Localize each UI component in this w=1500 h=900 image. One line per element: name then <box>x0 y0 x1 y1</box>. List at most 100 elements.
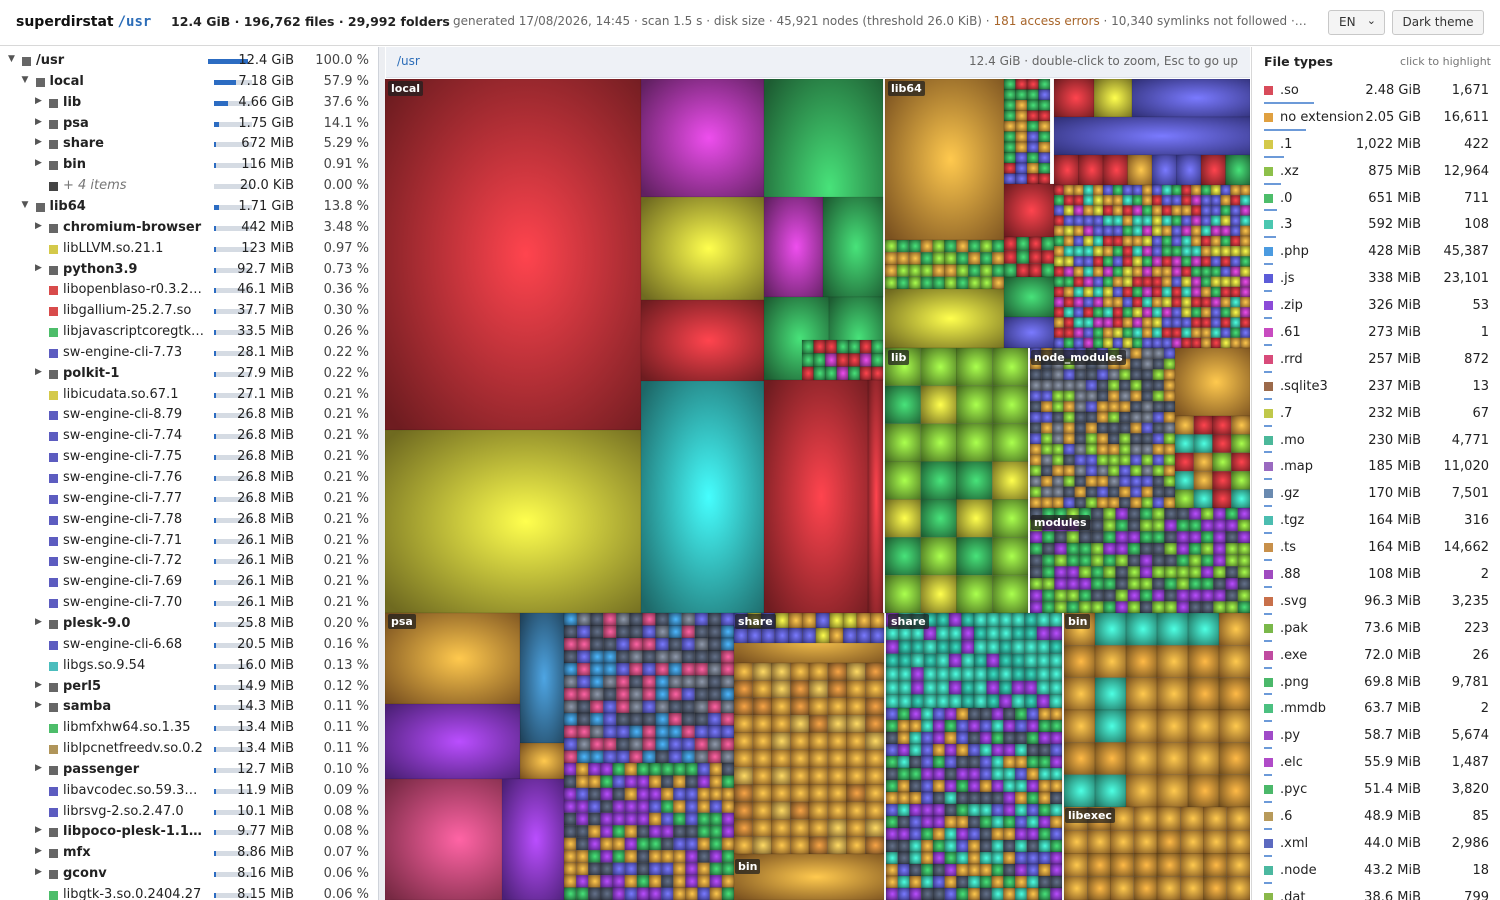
treemap-cell[interactable] <box>1171 225 1182 237</box>
treemap-cell[interactable] <box>1152 347 1165 359</box>
treemap-cell[interactable] <box>1003 851 1016 865</box>
treemap-cell[interactable] <box>1074 401 1087 413</box>
treemap-cell[interactable] <box>991 767 1004 781</box>
treemap-cell[interactable] <box>1014 731 1028 745</box>
treemap-cell[interactable] <box>685 862 698 876</box>
expand-icon[interactable]: ▶ <box>35 96 42 106</box>
treemap-cell[interactable] <box>1141 454 1153 466</box>
treemap-cell[interactable] <box>1003 183 1055 238</box>
treemap-cell[interactable] <box>681 750 696 764</box>
treemap-cell[interactable] <box>867 379 884 614</box>
treemap-cell[interactable] <box>673 874 686 888</box>
treemap-cell[interactable] <box>1053 79 1095 118</box>
treemap-cell[interactable] <box>920 743 934 757</box>
treemap-cell[interactable] <box>808 680 828 698</box>
treemap-cell[interactable] <box>1029 379 1042 391</box>
treemap-cell[interactable] <box>1074 497 1087 509</box>
treemap-cell[interactable] <box>1141 256 1153 267</box>
treemap-cell[interactable] <box>1220 296 1231 308</box>
treemap-cell[interactable] <box>673 812 686 826</box>
treemap-cell[interactable] <box>1139 542 1153 555</box>
treemap-cell[interactable] <box>1050 743 1063 757</box>
treemap-cell[interactable] <box>1041 601 1055 614</box>
treemap-cell[interactable] <box>1200 225 1212 237</box>
treemap-cell[interactable] <box>1003 779 1016 793</box>
treemap-cell[interactable] <box>920 827 934 841</box>
treemap-cell[interactable] <box>1176 519 1190 532</box>
treemap-cell[interactable] <box>1156 612 1189 646</box>
treemap-cell[interactable] <box>1200 194 1212 206</box>
treemap-cell[interactable] <box>1078 542 1092 555</box>
treemap-cell[interactable] <box>944 851 957 865</box>
treemap-cell[interactable] <box>1239 307 1250 318</box>
treemap-cell[interactable] <box>697 762 710 776</box>
treemap-cell[interactable] <box>648 787 662 801</box>
treemap-cell[interactable] <box>629 712 643 726</box>
treemap-cell[interactable] <box>1102 225 1114 237</box>
treemap-cell[interactable] <box>655 637 669 651</box>
treemap-cell[interactable] <box>920 252 933 265</box>
treemap-cell[interactable] <box>1036 667 1050 682</box>
treemap-cell[interactable] <box>1083 327 1094 339</box>
treemap-cell[interactable] <box>1073 266 1084 277</box>
expand-icon[interactable]: ▶ <box>35 763 42 773</box>
treemap-cell[interactable] <box>1014 875 1028 889</box>
treemap-cell[interactable] <box>612 862 625 876</box>
treemap-cell[interactable] <box>1049 612 1063 627</box>
treemap-cell[interactable] <box>1133 830 1158 854</box>
treemap-cell[interactable] <box>1122 327 1133 339</box>
treemap-cell[interactable] <box>697 874 710 888</box>
treemap-cell[interactable] <box>956 743 969 757</box>
treemap-cell[interactable] <box>694 650 709 664</box>
treemap-cell[interactable] <box>885 667 899 682</box>
treemap-cell[interactable] <box>1038 779 1051 793</box>
treemap-cell[interactable] <box>1096 401 1109 413</box>
treemap-cell[interactable] <box>642 662 656 676</box>
treemap-cell[interactable] <box>721 862 735 876</box>
treemap-cell[interactable] <box>897 707 910 721</box>
treemap-cell[interactable] <box>1163 497 1176 509</box>
treemap-cell[interactable] <box>660 874 674 888</box>
treemap-cell[interactable] <box>979 791 992 805</box>
treemap-cell[interactable] <box>1040 465 1053 477</box>
treemap-cell[interactable] <box>1130 347 1142 359</box>
treemap-cell[interactable] <box>1122 317 1133 328</box>
treemap-cell[interactable] <box>1188 531 1202 544</box>
treemap-cell[interactable] <box>956 385 993 424</box>
treemap-cell[interactable] <box>1141 307 1153 318</box>
file-type-row[interactable]: .6 48.9 MiB 85 <box>1252 805 1500 832</box>
treemap-cell[interactable] <box>1112 296 1123 308</box>
treemap-cell[interactable] <box>685 800 698 814</box>
treemap-cell[interactable] <box>1151 601 1165 614</box>
treemap-cell[interactable] <box>1014 863 1028 877</box>
file-type-row[interactable]: .3 592 MiB 108 <box>1252 213 1500 240</box>
treemap-cell[interactable] <box>1122 245 1133 257</box>
treemap-cell[interactable] <box>1053 317 1065 328</box>
treemap-cell[interactable] <box>932 827 945 841</box>
treemap-cell[interactable] <box>1193 434 1213 454</box>
treemap-cell[interactable] <box>1092 184 1104 196</box>
treemap-cell[interactable] <box>1163 422 1176 434</box>
treemap-cell[interactable] <box>1096 390 1109 402</box>
treemap-cell[interactable] <box>660 887 674 900</box>
treemap-cell[interactable] <box>1083 215 1094 226</box>
treemap-cell[interactable] <box>763 196 824 298</box>
treemap-cell[interactable] <box>967 887 981 900</box>
treemap-cell[interactable] <box>956 707 969 721</box>
treemap-cell[interactable] <box>1181 276 1192 288</box>
treemap-cell[interactable] <box>979 815 992 829</box>
treemap-cell[interactable] <box>968 276 981 290</box>
treemap-cell[interactable] <box>616 687 630 701</box>
treemap-cell[interactable] <box>385 778 521 900</box>
treemap-cell[interactable] <box>967 731 981 745</box>
file-type-row[interactable]: .xz 875 MiB 12,964 <box>1252 160 1500 187</box>
treemap-cell[interactable] <box>1200 577 1214 590</box>
treemap-cell[interactable] <box>642 712 656 726</box>
treemap-cell[interactable] <box>1127 577 1141 590</box>
treemap-cell[interactable] <box>1122 205 1133 216</box>
treemap-cell[interactable] <box>1092 194 1104 206</box>
tree-row[interactable]: ▶ share 672 MiB 5.29 % <box>0 134 378 155</box>
treemap-cell[interactable] <box>707 712 722 726</box>
treemap-cell[interactable] <box>1003 316 1055 349</box>
treemap-cell[interactable] <box>602 687 617 701</box>
